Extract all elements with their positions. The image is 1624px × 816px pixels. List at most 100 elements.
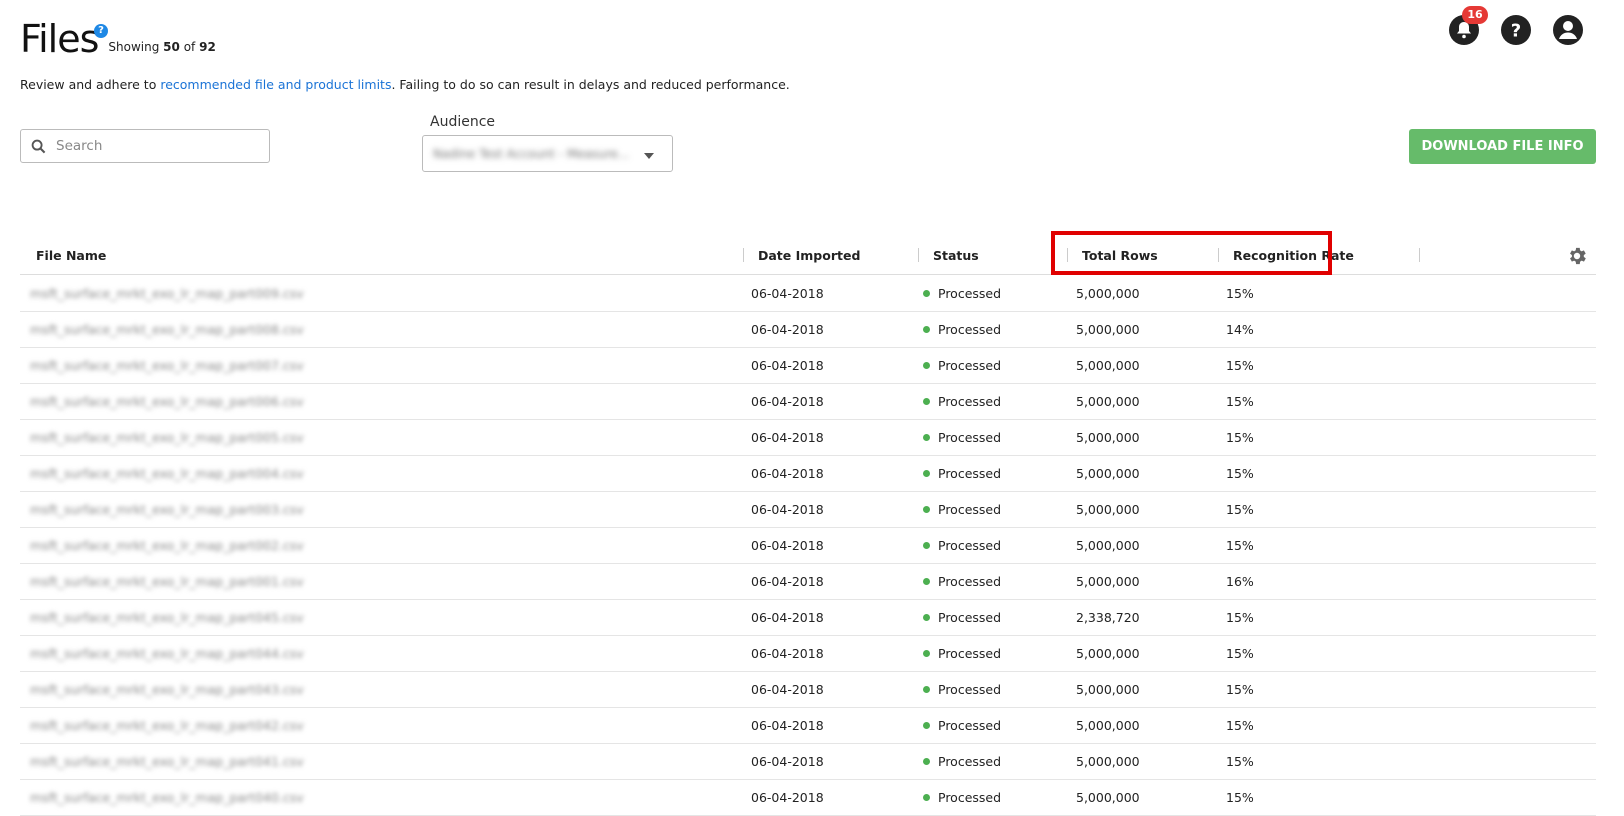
gear-icon[interactable]	[1566, 245, 1588, 271]
status-dot-icon	[923, 758, 930, 765]
status-cell: Processed	[923, 718, 1001, 733]
status-dot-icon	[923, 326, 930, 333]
file-name-cell[interactable]: msft_surface_mrkt_exo_lr_map_part001.csv	[30, 574, 304, 589]
file-name-cell[interactable]: msft_surface_mrkt_exo_lr_map_part009.csv	[30, 286, 304, 301]
table-row[interactable]: msft_surface_mrkt_exo_lr_map_part002.csv…	[20, 527, 1596, 564]
search-icon	[31, 139, 46, 153]
showing-count: Showing 50 of 92	[108, 40, 215, 54]
total-rows-cell: 5,000,000	[1076, 466, 1140, 481]
table-row[interactable]: msft_surface_mrkt_exo_lr_map_part009.csv…	[20, 275, 1596, 312]
table-row[interactable]: msft_surface_mrkt_exo_lr_map_part001.csv…	[20, 563, 1596, 600]
date-imported-cell: 06-04-2018	[751, 286, 824, 301]
total-rows-cell: 5,000,000	[1076, 394, 1140, 409]
recognition-rate-cell: 15%	[1226, 502, 1254, 517]
file-name-cell[interactable]: msft_surface_mrkt_exo_lr_map_part043.csv	[30, 682, 304, 697]
table-row[interactable]: msft_surface_mrkt_exo_lr_map_part044.csv…	[20, 635, 1596, 672]
file-name-cell[interactable]: msft_surface_mrkt_exo_lr_map_part041.csv	[30, 754, 304, 769]
file-name-cell[interactable]: msft_surface_mrkt_exo_lr_map_part004.csv	[30, 466, 304, 481]
recognition-rate-cell: 15%	[1226, 682, 1254, 697]
date-imported-cell: 06-04-2018	[751, 610, 824, 625]
showing-shown: 50	[163, 40, 180, 54]
table-row[interactable]: msft_surface_mrkt_exo_lr_map_part045.csv…	[20, 599, 1596, 636]
table-row[interactable]: msft_surface_mrkt_exo_lr_map_part040.csv…	[20, 779, 1596, 816]
recognition-rate-cell: 14%	[1226, 322, 1254, 337]
help-icon[interactable]: ?	[1500, 14, 1532, 46]
chevron-down-icon	[644, 153, 654, 159]
column-resize-handle[interactable]	[743, 248, 744, 262]
recognition-rate-cell: 15%	[1226, 538, 1254, 553]
search-field[interactable]	[20, 129, 270, 163]
notice-suffix: . Failing to do so can result in delays …	[391, 77, 790, 92]
recognition-rate-cell: 15%	[1226, 358, 1254, 373]
bell-icon[interactable]: 16	[1448, 6, 1488, 46]
date-imported-cell: 06-04-2018	[751, 394, 824, 409]
total-rows-cell: 5,000,000	[1076, 718, 1140, 733]
download-file-info-button[interactable]: DOWNLOAD FILE INFO	[1409, 129, 1596, 164]
status-dot-icon	[923, 722, 930, 729]
file-name-cell[interactable]: msft_surface_mrkt_exo_lr_map_part005.csv	[30, 430, 304, 445]
status-dot-icon	[923, 686, 930, 693]
total-rows-cell: 5,000,000	[1076, 538, 1140, 553]
search-input[interactable]	[54, 137, 248, 155]
table-row[interactable]: msft_surface_mrkt_exo_lr_map_part007.csv…	[20, 347, 1596, 384]
file-name-cell[interactable]: msft_surface_mrkt_exo_lr_map_part040.csv	[30, 790, 304, 805]
svg-text:?: ?	[1511, 21, 1521, 42]
recognition-rate-cell: 15%	[1226, 394, 1254, 409]
file-name-cell[interactable]: msft_surface_mrkt_exo_lr_map_part003.csv	[30, 502, 304, 517]
help-badge-icon[interactable]: ?	[94, 24, 108, 38]
files-table: File Name Date Imported Status Total Row…	[20, 236, 1596, 816]
file-name-cell[interactable]: msft_surface_mrkt_exo_lr_map_part044.csv	[30, 646, 304, 661]
status-text: Processed	[938, 718, 1002, 733]
file-name-cell[interactable]: msft_surface_mrkt_exo_lr_map_part042.csv	[30, 718, 304, 733]
status-text: Processed	[938, 646, 1002, 661]
audience-select[interactable]: Nadine Test Account - Measure...	[422, 135, 673, 172]
date-imported-cell: 06-04-2018	[751, 502, 824, 517]
status-text: Processed	[938, 286, 1002, 301]
status-dot-icon	[923, 362, 930, 369]
table-header: File Name Date Imported Status Total Row…	[20, 236, 1596, 275]
file-limits-link[interactable]: recommended file and product limits	[160, 77, 391, 92]
audience-label: Audience	[430, 114, 496, 130]
table-row[interactable]: msft_surface_mrkt_exo_lr_map_part004.csv…	[20, 455, 1596, 492]
table-row[interactable]: msft_surface_mrkt_exo_lr_map_part042.csv…	[20, 707, 1596, 744]
showing-prefix: Showing	[108, 40, 160, 54]
file-name-cell[interactable]: msft_surface_mrkt_exo_lr_map_part002.csv	[30, 538, 304, 553]
table-row[interactable]: msft_surface_mrkt_exo_lr_map_part008.csv…	[20, 311, 1596, 348]
recognition-rate-cell: 15%	[1226, 754, 1254, 769]
column-header-date-imported[interactable]: Date Imported	[758, 248, 860, 263]
column-resize-handle[interactable]	[1419, 248, 1420, 262]
audience-value: Nadine Test Account - Measure...	[433, 146, 630, 161]
table-row[interactable]: msft_surface_mrkt_exo_lr_map_part043.csv…	[20, 671, 1596, 708]
column-header-status[interactable]: Status	[933, 248, 979, 263]
table-row[interactable]: msft_surface_mrkt_exo_lr_map_part005.csv…	[20, 419, 1596, 456]
date-imported-cell: 06-04-2018	[751, 574, 824, 589]
recognition-rate-cell: 15%	[1226, 286, 1254, 301]
account-icon[interactable]	[1552, 14, 1584, 46]
status-cell: Processed	[923, 358, 1001, 373]
status-dot-icon	[923, 470, 930, 477]
total-rows-cell: 5,000,000	[1076, 358, 1140, 373]
date-imported-cell: 06-04-2018	[751, 646, 824, 661]
file-name-cell[interactable]: msft_surface_mrkt_exo_lr_map_part007.csv	[30, 358, 304, 373]
status-cell: Processed	[923, 502, 1001, 517]
column-resize-handle[interactable]	[918, 248, 919, 262]
status-dot-icon	[923, 542, 930, 549]
column-header-file-name[interactable]: File Name	[36, 248, 106, 263]
total-rows-cell: 5,000,000	[1076, 286, 1140, 301]
table-row[interactable]: msft_surface_mrkt_exo_lr_map_part006.csv…	[20, 383, 1596, 420]
file-name-cell[interactable]: msft_surface_mrkt_exo_lr_map_part006.csv	[30, 394, 304, 409]
file-name-cell[interactable]: msft_surface_mrkt_exo_lr_map_part045.csv	[30, 610, 304, 625]
table-body: msft_surface_mrkt_exo_lr_map_part009.csv…	[20, 275, 1596, 816]
recognition-rate-cell: 15%	[1226, 430, 1254, 445]
recognition-rate-cell: 15%	[1226, 466, 1254, 481]
status-text: Processed	[938, 682, 1002, 697]
total-rows-cell: 5,000,000	[1076, 682, 1140, 697]
status-cell: Processed	[923, 430, 1001, 445]
date-imported-cell: 06-04-2018	[751, 466, 824, 481]
table-row[interactable]: msft_surface_mrkt_exo_lr_map_part041.csv…	[20, 743, 1596, 780]
file-name-cell[interactable]: msft_surface_mrkt_exo_lr_map_part008.csv	[30, 322, 304, 337]
table-row[interactable]: msft_surface_mrkt_exo_lr_map_part003.csv…	[20, 491, 1596, 528]
recognition-rate-cell: 15%	[1226, 646, 1254, 661]
total-rows-cell: 5,000,000	[1076, 646, 1140, 661]
status-cell: Processed	[923, 646, 1001, 661]
